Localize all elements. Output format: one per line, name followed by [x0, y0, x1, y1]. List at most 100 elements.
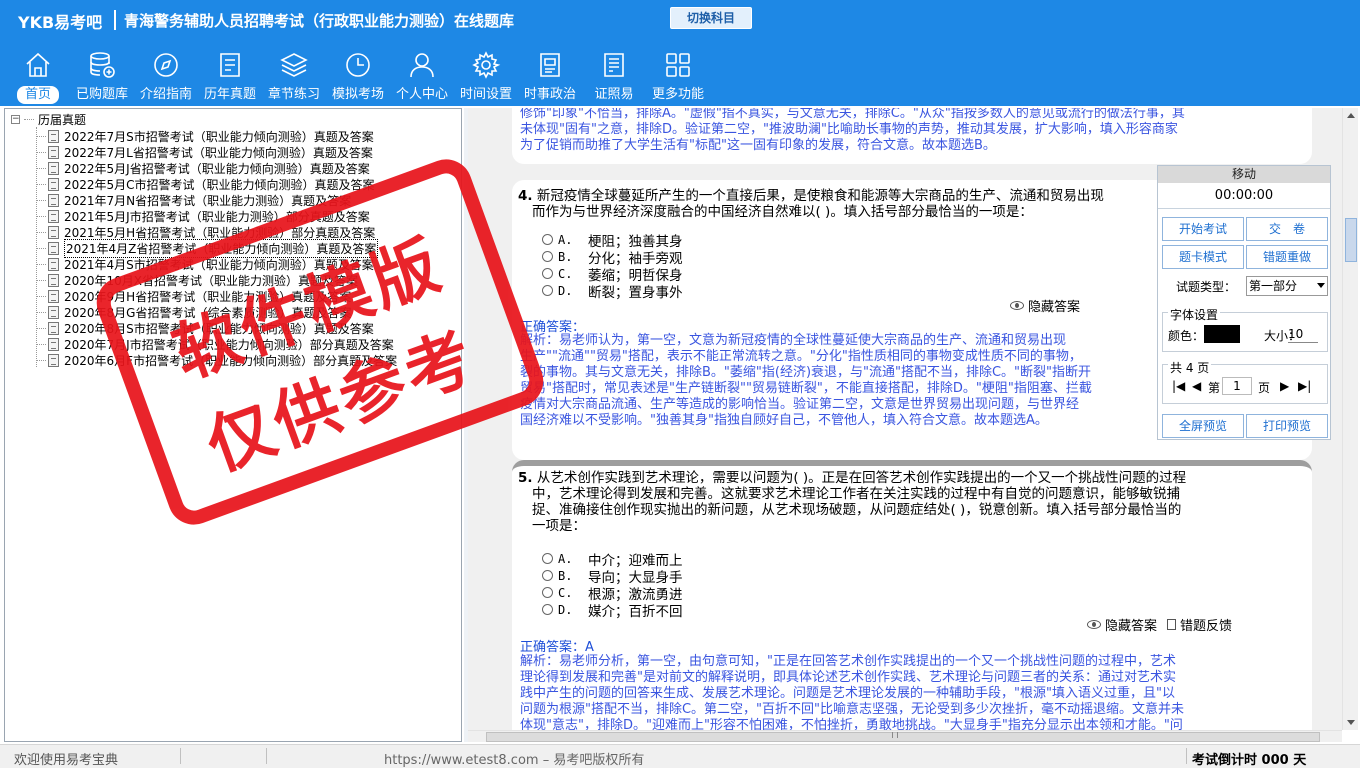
question-stem: 5. 从艺术创作实践到艺术理论，需要以问题为( )。正是在回答艺术创作实践提出的…: [518, 470, 1187, 534]
option-c[interactable]: C. 萎缩；明哲保身: [542, 265, 683, 284]
page-prefix: 第: [1208, 381, 1221, 395]
page-count-label: 共 4 页: [1168, 359, 1212, 376]
nav-mock-exam[interactable]: 模拟考场: [326, 48, 390, 104]
database-icon: [90, 52, 115, 78]
document-icon: [48, 193, 59, 207]
tree-item[interactable]: 2022年5月J省招警考试（职业能力倾向测验）真题及答案: [36, 160, 397, 176]
gear-icon: [472, 51, 501, 79]
app-logo: YKB易考吧: [18, 13, 103, 32]
document-icon: [48, 353, 59, 367]
nav-past-papers[interactable]: 历年真题: [198, 48, 262, 104]
next-page-icon[interactable]: ▶: [1280, 379, 1289, 393]
certificate-icon: [604, 53, 624, 77]
answer-analysis: 解析：易老师认为，第一空，文意为新冠疫情的全球性蔓延使大宗商品的生产、流通和贸易…: [520, 333, 1092, 428]
tree-item-label: 2022年7月S市招警考试（职业能力倾向测验）真题及答案: [64, 129, 374, 144]
font-size-input[interactable]: 10: [1288, 325, 1318, 343]
error-feedback-link[interactable]: 错题反馈: [1180, 615, 1232, 634]
option-b[interactable]: B. 导向；大显身手: [542, 567, 683, 586]
document-icon: [48, 241, 59, 255]
fullscreen-preview-button[interactable]: 全屏预览: [1162, 414, 1244, 438]
redo-wrong-button[interactable]: 错题重做: [1246, 245, 1328, 269]
question-number: 4.: [518, 188, 533, 204]
exam-timer: 00:00:00: [1158, 183, 1330, 209]
document-icon: [48, 161, 59, 175]
question-card-prev: 修饰"印象"不恰当，排除A。"虚假"指不真实，与文意无关，排除C。"从众"指按多…: [512, 108, 1312, 164]
nav-time-settings[interactable]: 时间设置: [454, 48, 518, 104]
nav-home[interactable]: 首页: [6, 48, 70, 104]
nav-chapter-practice[interactable]: 章节练习: [262, 48, 326, 104]
nav-label: 更多功能: [652, 87, 705, 102]
radio-button[interactable]: [542, 587, 553, 598]
tree-item[interactable]: 2022年7月L省招警考试（职业能力倾向测验）真题及答案: [36, 144, 397, 160]
submit-button[interactable]: 交 卷: [1246, 217, 1328, 241]
radio-button[interactable]: [542, 285, 553, 296]
scroll-thumb[interactable]: [486, 732, 1320, 742]
start-exam-button[interactable]: 开始考试: [1162, 217, 1244, 241]
scroll-up-icon[interactable]: [1347, 113, 1355, 118]
scroll-thumb[interactable]: [1345, 218, 1357, 262]
welcome-text: 欢迎使用易考宝典: [14, 753, 119, 768]
nav-purchased[interactable]: 已购题库: [70, 48, 134, 104]
countdown-text: 考试倒计时 000 天: [1192, 753, 1307, 768]
nav-certificate[interactable]: 证照易: [582, 48, 646, 104]
tree-item-label: 2022年5月J省招警考试（职业能力倾向测验）真题及答案: [64, 161, 370, 176]
card-mode-button[interactable]: 题卡模式: [1162, 245, 1244, 269]
document-icon: [48, 225, 59, 239]
exam-tool-panel: 移动 00:00:00 开始考试 交 卷 题卡模式 错题重做 试题类型： 第一部…: [1157, 165, 1331, 440]
nav-label: 时事政治: [524, 87, 577, 102]
switch-subject-button[interactable]: 切换科目: [670, 7, 752, 29]
tool-panel-drag-handle[interactable]: 移动: [1158, 166, 1330, 183]
copyright-text: https://www.etest8.com – 易考吧版权所有: [384, 753, 645, 768]
vertical-scrollbar[interactable]: [1342, 108, 1358, 730]
tree-item[interactable]: 2022年7月S市招警考试（职业能力倾向测验）真题及答案: [36, 128, 397, 144]
nav-more[interactable]: 更多功能: [646, 48, 710, 104]
print-preview-button[interactable]: 打印预览: [1246, 414, 1328, 438]
tree-item[interactable]: 2022年5月C市招警考试（职业能力倾向测验）真题及答案: [36, 176, 397, 192]
question-stem: 4. 新冠疫情全球蔓延所产生的一个直接后果，是使粮食和能源等大宗商品的生产、流通…: [518, 188, 1104, 220]
question-type-select[interactable]: 第一部分: [1246, 276, 1328, 296]
document-icon: [48, 177, 59, 191]
radio-button[interactable]: [542, 234, 553, 245]
radio-button[interactable]: [542, 604, 553, 615]
question-type-label: 试题类型：: [1176, 280, 1237, 294]
nav-label: 已购题库: [76, 87, 129, 102]
nav-label: 介绍指南: [140, 87, 193, 102]
font-settings-title: 字体设置: [1168, 306, 1221, 323]
nav-current-affairs[interactable]: 时事政治: [518, 48, 582, 104]
last-page-icon[interactable]: ▶|: [1298, 379, 1311, 393]
tree-root[interactable]: − 历届真题: [11, 111, 86, 127]
nav-label: 历年真题: [204, 87, 257, 102]
layers-icon: [280, 53, 308, 77]
grip-icon: [892, 732, 898, 738]
radio-button[interactable]: [542, 268, 553, 279]
feedback-icon: [1166, 619, 1176, 630]
option-a[interactable]: A. 中介；迎难而上: [542, 550, 683, 569]
horizontal-scrollbar[interactable]: [468, 730, 1342, 742]
page-suffix: 页: [1258, 381, 1271, 395]
tree-item-label: 2022年5月C市招警考试（职业能力倾向测验）真题及答案: [64, 177, 375, 192]
option-d[interactable]: D. 媒介；百折不回: [542, 601, 683, 620]
question-card-5: 5. 从艺术创作实践到艺术理论，需要以问题为( )。正是在回答艺术创作实践提出的…: [512, 460, 1312, 730]
radio-button[interactable]: [542, 570, 553, 581]
hide-answer-link[interactable]: 隐藏答案: [1105, 615, 1157, 634]
radio-button[interactable]: [542, 553, 553, 564]
option-b[interactable]: B. 分化；袖手旁观: [542, 248, 683, 267]
document-icon: [48, 305, 59, 319]
main-nav: 首页 已购题库 介绍指南 历年真题 章节练习 模拟考场 个人中心 时间设置 时事…: [6, 48, 710, 104]
prev-page-icon[interactable]: ◀: [1192, 379, 1201, 393]
nav-personal-center[interactable]: 个人中心: [390, 48, 454, 104]
option-a[interactable]: A. 梗阻；独善其身: [542, 231, 683, 250]
nav-label: 模拟考场: [332, 87, 385, 102]
first-page-icon[interactable]: |◀: [1172, 379, 1185, 393]
hide-answer-link[interactable]: 隐藏答案: [1028, 296, 1080, 315]
nav-label: 首页: [16, 86, 59, 104]
nav-guide[interactable]: 介绍指南: [134, 48, 198, 104]
font-color-swatch[interactable]: [1204, 325, 1240, 343]
radio-button[interactable]: [542, 251, 553, 262]
option-c[interactable]: C. 根源；激流勇进: [542, 584, 683, 603]
collapse-icon[interactable]: −: [11, 114, 20, 124]
app-title: 青海警务辅助人员招聘考试（行政职业能力测验）在线题库: [124, 12, 515, 30]
scroll-down-icon[interactable]: [1347, 720, 1355, 725]
page-input[interactable]: 1: [1222, 377, 1252, 395]
option-d[interactable]: D. 断裂；置身事外: [542, 282, 683, 301]
